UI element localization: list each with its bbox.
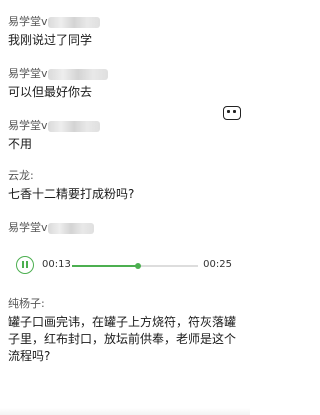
- chat-message: 易学堂v 可以但最好你去: [8, 66, 240, 101]
- chat-message: 云龙: 七香十二精要打成粉吗?: [8, 168, 240, 203]
- chat-page: 易学堂v 我刚说过了同学 易学堂v 可以但最好你去 易学堂v 不用 云龙: 七香…: [0, 0, 250, 415]
- chat-message: 纯杨子: 罐子口画完讳，在罐子上方烧符，符灰落罐子里，红布封口，放坛前供奉，老师…: [8, 296, 240, 365]
- voice-message-player: 00:13 00:25: [8, 252, 232, 280]
- message-text: 七香十二精要打成粉吗?: [8, 187, 135, 201]
- sender-name: 易学堂v: [8, 221, 48, 234]
- redacted-name-blur: [47, 17, 100, 28]
- voice-progress-fill: [72, 265, 138, 267]
- sender-name: 易学堂v: [8, 67, 48, 80]
- chat-message: 易学堂v 我刚说过了同学: [8, 14, 240, 49]
- message-text: 可以但最好你去: [8, 85, 93, 99]
- floating-window-icon[interactable]: [223, 106, 241, 120]
- voice-progress-thumb[interactable]: [134, 263, 141, 269]
- sender-name: 云龙:: [8, 169, 34, 182]
- sender-row: 易学堂v: [8, 14, 240, 30]
- sender-row: 易学堂v: [8, 118, 240, 134]
- chat-message: 易学堂v 不用: [8, 118, 240, 153]
- voice-current-time: 00:13: [42, 259, 71, 270]
- sender-row: 易学堂v: [8, 66, 240, 82]
- sender-row: 云龙:: [8, 168, 240, 184]
- sender-name: 易学堂v: [8, 15, 48, 28]
- voice-progress-track[interactable]: [72, 263, 198, 269]
- redacted-name-blur: [47, 121, 100, 132]
- pause-icon[interactable]: [16, 256, 34, 274]
- sender-name: 易学堂v: [8, 119, 48, 132]
- voice-total-time: 00:25: [203, 259, 232, 270]
- chat-message: 易学堂v: [8, 220, 240, 236]
- message-text: 我刚说过了同学: [8, 33, 93, 47]
- bottom-edge: [0, 408, 250, 415]
- redacted-name-blur: [47, 69, 108, 80]
- message-text: 不用: [8, 137, 33, 151]
- redacted-name-blur: [47, 223, 94, 234]
- message-text: 罐子口画完讳，在罐子上方烧符，符灰落罐子里，红布封口，放坛前供奉，老师是这个流程…: [8, 315, 237, 363]
- sender-row: 纯杨子:: [8, 296, 240, 312]
- sender-name: 纯杨子:: [8, 297, 45, 310]
- sender-row: 易学堂v: [8, 220, 240, 236]
